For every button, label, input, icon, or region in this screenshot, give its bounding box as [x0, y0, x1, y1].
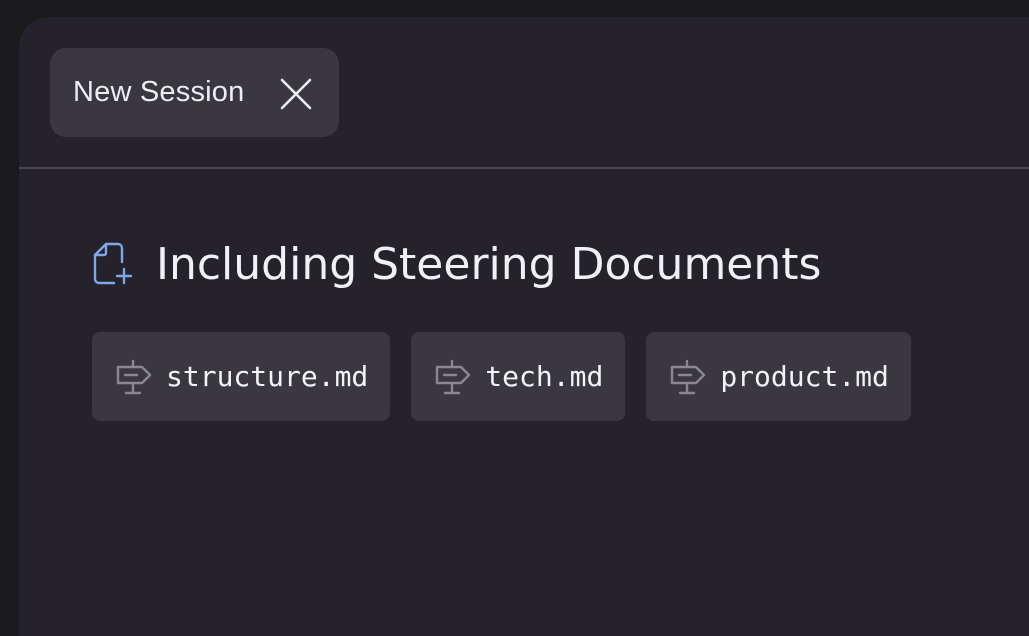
session-window: New Session Including Steering Documents	[19, 17, 1029, 636]
signpost-icon	[671, 359, 706, 394]
document-label: product.md	[720, 360, 889, 393]
steering-section: Including Steering Documents structure.m…	[92, 238, 911, 421]
document-chip-structure[interactable]: structure.md	[92, 332, 391, 421]
section-heading: Including Steering Documents	[92, 238, 822, 290]
section-title: Including Steering Documents	[156, 238, 822, 290]
document-label: structure.md	[166, 360, 369, 393]
close-icon[interactable]	[279, 77, 313, 111]
document-list: structure.md tech.md product.md	[92, 332, 911, 421]
document-chip-tech[interactable]: tech.md	[411, 332, 626, 421]
document-chip-product[interactable]: product.md	[646, 332, 911, 421]
signpost-icon	[436, 359, 471, 394]
tab-bar: New Session	[19, 17, 1029, 169]
signpost-icon	[116, 359, 152, 394]
document-label: tech.md	[485, 360, 604, 393]
tab-label: New Session	[73, 76, 245, 108]
tab-new-session[interactable]: New Session	[50, 48, 339, 137]
file-add-icon	[93, 242, 133, 285]
